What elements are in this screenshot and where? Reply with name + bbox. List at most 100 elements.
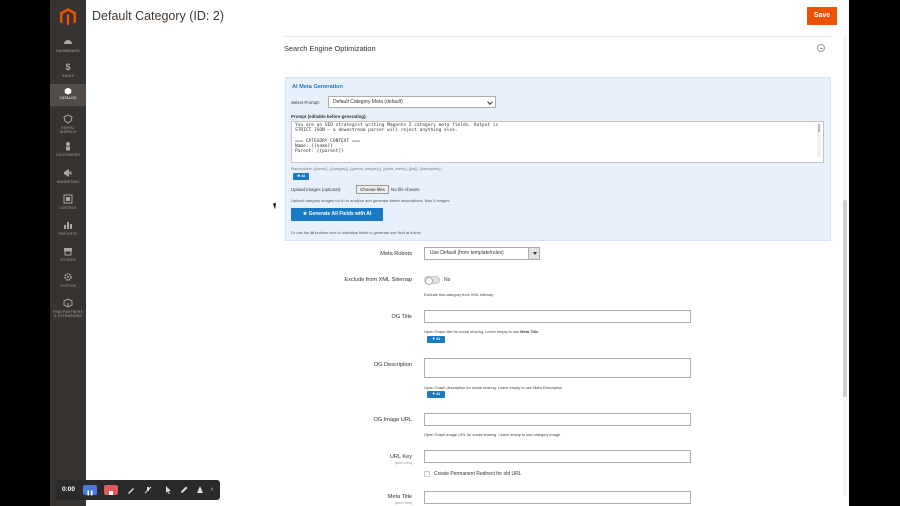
gear-icon: [64, 273, 72, 281]
redirect-checkbox[interactable]: [424, 471, 430, 477]
sidebar-item-label: MARKETING: [56, 180, 80, 184]
ai-panel-title: AI Meta Generation: [292, 84, 343, 90]
sidebar-item-system[interactable]: SYSTEM: [50, 272, 86, 288]
url-key-label: URL Key: [389, 454, 412, 460]
dashboard-icon: [64, 40, 72, 44]
pause-icon: [87, 490, 93, 496]
og-description-ai-button[interactable]: ✦ AI: [427, 391, 445, 398]
choose-files-button[interactable]: Choose files: [356, 185, 389, 194]
og-title-input[interactable]: [424, 310, 691, 323]
prompt-select[interactable]: Default Category Meta (default): [328, 96, 496, 108]
magento-logo-icon[interactable]: [58, 7, 78, 27]
sidebar-item-label: STORES: [60, 258, 76, 262]
stop-button[interactable]: [104, 485, 118, 495]
admin-sidebar: DASHBOARD $ SALES CATALOG PAYPAL INSPECH…: [50, 0, 86, 506]
sidebar-item-customers[interactable]: CUSTOMERS: [50, 141, 86, 157]
cube-icon: [63, 298, 73, 308]
exclude-sitemap-hint: Exclude this category from XML sitemap: [424, 292, 494, 297]
meta-robots-select[interactable]: Use Default (from template/rules): [424, 247, 540, 260]
sidebar-item-content[interactable]: CONTENT: [50, 194, 86, 210]
og-title-hint-post: .: [538, 329, 540, 334]
person-icon: [66, 142, 70, 151]
sidebar-item-marketing[interactable]: MARKETING: [50, 168, 86, 184]
textarea-scrollbar[interactable]: [817, 123, 821, 157]
meta-robots-label: Meta Robots: [380, 251, 412, 257]
pause-button[interactable]: [83, 485, 97, 496]
or-use-hint: Or use the AI buttons next to individual…: [291, 230, 422, 235]
page-scrollbar-thumb[interactable]: [843, 200, 847, 397]
or-use-pre: Or use the: [291, 230, 311, 235]
toggle-value: No: [444, 277, 451, 283]
og-image-url-input[interactable]: [424, 413, 691, 426]
dollar-icon: $: [65, 62, 71, 72]
url-key-input[interactable]: [424, 450, 691, 463]
sidebar-item-label: CATALOG: [59, 96, 77, 100]
admin-window: DASHBOARD $ SALES CATALOG PAYPAL INSPECH…: [50, 0, 849, 506]
cursor-icon[interactable]: [165, 486, 173, 496]
bar-chart-icon: [64, 222, 72, 229]
shield-icon: [63, 114, 73, 124]
highlighter-icon-svg: [197, 486, 203, 493]
sidebar-item-reports[interactable]: REPORTS: [50, 220, 86, 236]
placeholders-text: Placeholders: {{name}}, {{category}}, {{…: [291, 167, 442, 171]
og-title-ai-button[interactable]: ✦ AI: [427, 336, 445, 343]
og-image-url-hint: Open Graph image URL for social sharing.…: [424, 432, 562, 437]
sidebar-item-label-2: & EXTENSIONS: [54, 314, 82, 319]
save-button[interactable]: Save: [807, 7, 837, 25]
ai-prompt-button[interactable]: ★ AI: [293, 173, 309, 180]
meta-title-label: Meta Title: [387, 494, 412, 500]
redirect-label: Create Permanent Redirect for old URL: [434, 471, 522, 477]
og-image-url-label: OG Image URL: [373, 417, 412, 423]
og-title-hint: Open Graph title for social sharing. Lea…: [424, 329, 539, 334]
sidebar-item-sales[interactable]: $ SALES: [50, 62, 86, 78]
og-description-textarea[interactable]: [424, 358, 691, 378]
sidebar-item-label-2: INSPECH: [59, 130, 77, 135]
sidebar-item-label: CONTENT: [58, 206, 78, 210]
og-description-label: OG Description: [373, 362, 412, 368]
upload-hint: Upload category images for AI to analyze…: [291, 198, 451, 203]
meta-title-input[interactable]: [424, 491, 691, 504]
og-title-hint-pre: Open Graph title for social sharing. Lea…: [424, 329, 521, 334]
chevron-down-icon[interactable]: [528, 248, 539, 259]
og-title-label: OG Title: [391, 314, 412, 320]
prompt-select-value: Default Category Meta (default): [333, 99, 403, 105]
exclude-sitemap-label: Exclude from XML Sitemap: [344, 277, 412, 283]
divider: [285, 36, 831, 37]
sidebar-item-label: DASHBOARD: [56, 49, 80, 53]
sidebar-item-label: SYSTEM: [60, 284, 76, 288]
sidebar-item-dashboard[interactable]: DASHBOARD: [50, 37, 86, 53]
sidebar-item-label: REPORTS: [58, 232, 77, 236]
stop-icon: [109, 491, 113, 495]
page-title: Default Category (ID: 2): [92, 9, 224, 23]
section-title[interactable]: Search Engine Optimization: [284, 44, 376, 53]
prompt-textarea[interactable]: You are an SEO strategist writing Magent…: [291, 121, 824, 163]
sidebar-item-find-partners[interactable]: FIND PARTNERS & EXTENSIONS: [50, 298, 86, 318]
mic-off-icon[interactable]: [144, 486, 152, 496]
sidebar-item-label: SALES: [61, 74, 75, 78]
recorder-time: 0:00: [62, 486, 76, 493]
sidebar-item-catalog[interactable]: CATALOG: [50, 84, 86, 106]
cursor-icon-svg: [166, 486, 171, 494]
pen-icon[interactable]: [180, 486, 188, 496]
sidebar-item-paypal[interactable]: PAYPAL INSPECH: [50, 114, 86, 134]
og-title-hint-bold: Meta Title: [520, 329, 539, 334]
generate-all-button[interactable]: ★ Generate All Fields with AI: [291, 208, 383, 221]
draw-icon[interactable]: [127, 486, 135, 496]
pen-icon-svg: [181, 486, 188, 493]
highlighter-icon[interactable]: [196, 486, 204, 496]
main-content: Default Category (ID: 2) Save Search Eng…: [86, 0, 849, 506]
megaphone-icon: [64, 169, 72, 177]
content-icon: [63, 194, 73, 204]
sidebar-item-stores[interactable]: STORES: [50, 246, 86, 262]
or-use-post: buttons next to individual fields to gen…: [314, 230, 422, 235]
collapse-icon[interactable]: [817, 44, 825, 52]
exclude-sitemap-toggle[interactable]: [424, 276, 440, 285]
mic-off-icon-svg: [144, 486, 152, 494]
box-icon: [64, 87, 72, 95]
store-icon: [64, 248, 72, 256]
collapse-toolbar-icon[interactable]: ‹: [211, 486, 213, 494]
draw-icon-svg: [128, 488, 134, 494]
meta-title-scope: [store view]: [394, 501, 412, 505]
upload-images-label: Upload Images (optional):: [291, 187, 342, 192]
no-file-text: No file chosen: [391, 187, 420, 192]
